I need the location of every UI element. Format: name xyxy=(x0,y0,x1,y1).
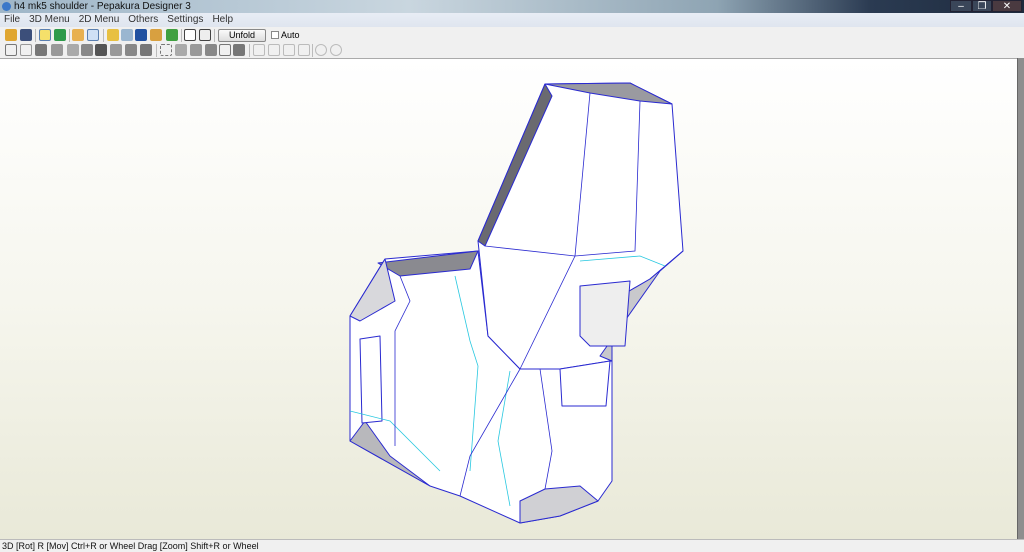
align-top-icon[interactable] xyxy=(283,44,295,56)
align-right-icon[interactable] xyxy=(268,44,280,56)
grid-icon[interactable] xyxy=(205,44,217,56)
text-icon[interactable] xyxy=(95,44,107,56)
menu-bar: File 3D Menu 2D Menu Others Settings Help xyxy=(0,13,1024,27)
auto-checkbox[interactable]: Auto xyxy=(271,30,300,40)
page-icon[interactable] xyxy=(219,44,231,56)
window-title: h4 mk5 shoulder - Pepakura Designer 3 xyxy=(14,1,191,12)
align-left-icon[interactable] xyxy=(253,44,265,56)
unfold-button[interactable]: Unfold xyxy=(218,29,266,42)
status-bar: 3D [Rot] R [Mov] Ctrl+R or Wheel Drag [Z… xyxy=(0,539,1024,552)
edges-icon[interactable] xyxy=(87,29,99,41)
model-box-lower xyxy=(559,360,611,407)
open-icon[interactable] xyxy=(5,29,17,41)
menu-2d[interactable]: 2D Menu xyxy=(75,13,124,25)
menu-3d[interactable]: 3D Menu xyxy=(25,13,74,25)
move-icon[interactable] xyxy=(110,44,122,56)
pi-icon[interactable] xyxy=(190,44,202,56)
close-button[interactable]: ✕ xyxy=(992,0,1022,12)
texture-icon[interactable] xyxy=(150,29,162,41)
model-notch-right xyxy=(579,280,631,347)
faces-icon[interactable] xyxy=(72,29,84,41)
color-cube-icon[interactable] xyxy=(54,29,66,41)
rotate-icon[interactable] xyxy=(125,44,137,56)
join-icon[interactable] xyxy=(51,44,63,56)
arrange-icon[interactable] xyxy=(175,44,187,56)
3d-viewport[interactable] xyxy=(0,58,1017,539)
window-single-icon[interactable] xyxy=(199,29,211,41)
pointer-icon[interactable] xyxy=(20,44,32,56)
anchor-icon[interactable] xyxy=(135,29,147,41)
window-split-icon[interactable] xyxy=(184,29,196,41)
checkbox-box[interactable] xyxy=(271,31,279,39)
toolbar-main: Unfold Auto xyxy=(0,28,1024,43)
title-bar: h4 mk5 shoulder - Pepakura Designer 3 – … xyxy=(0,0,1024,13)
light-icon[interactable] xyxy=(39,29,51,41)
cylinder-icon[interactable] xyxy=(121,29,133,41)
menu-settings[interactable]: Settings xyxy=(163,13,207,25)
app-icon xyxy=(2,2,11,11)
minimize-button[interactable]: – xyxy=(950,0,972,12)
align-bottom-icon[interactable] xyxy=(298,44,310,56)
save-icon[interactable] xyxy=(20,29,32,41)
auto-label: Auto xyxy=(281,30,300,40)
menu-file[interactable]: File xyxy=(0,13,24,25)
select-icon[interactable] xyxy=(5,44,17,56)
zoom-out-icon[interactable] xyxy=(330,44,342,56)
flap-icon[interactable] xyxy=(67,44,79,56)
part-icon[interactable] xyxy=(81,44,93,56)
model-slot-left xyxy=(359,335,383,424)
pane-splitter[interactable] xyxy=(1017,58,1024,539)
fit-icon[interactable] xyxy=(160,44,172,56)
maximize-button[interactable]: ❐ xyxy=(972,0,992,12)
print-icon[interactable] xyxy=(233,44,245,56)
menu-help[interactable]: Help xyxy=(208,13,237,25)
shoulder-model[interactable] xyxy=(0,59,1017,540)
pencil-icon[interactable] xyxy=(107,29,119,41)
model-icon[interactable] xyxy=(166,29,178,41)
undo-icon[interactable] xyxy=(140,44,152,56)
toolbar-tools xyxy=(0,43,1024,58)
zoom-in-icon[interactable] xyxy=(315,44,327,56)
menu-others[interactable]: Others xyxy=(124,13,162,25)
image-icon[interactable] xyxy=(35,44,47,56)
